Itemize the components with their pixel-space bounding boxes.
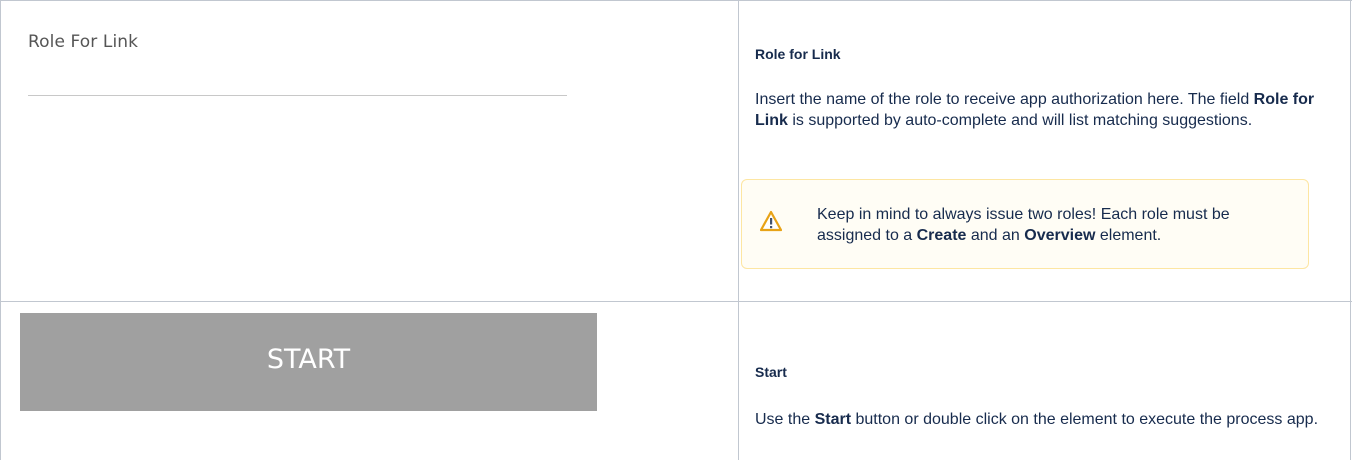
warning-bold-create: Create bbox=[916, 227, 967, 244]
table-row-role-for-link: Role For Link Role for Link Insert the n… bbox=[0, 0, 1352, 302]
description-cell-start: Start Use the Start button or double cli… bbox=[738, 302, 1351, 460]
role-for-link-input-underline[interactable] bbox=[28, 95, 567, 96]
table-row-start: START Start Use the Start button or doub… bbox=[0, 302, 1352, 460]
warning-text-part: and an bbox=[966, 227, 1025, 244]
role-for-link-title: Role for Link bbox=[755, 46, 841, 62]
description-bold-text: Start bbox=[814, 411, 852, 428]
description-text: button or double click on the element to… bbox=[851, 411, 1319, 428]
warning-panel: Keep in mind to always issue two roles! … bbox=[741, 179, 1309, 269]
warning-text-part: element. bbox=[1095, 227, 1162, 244]
start-button[interactable]: START bbox=[20, 313, 597, 411]
warning-triangle-icon bbox=[759, 210, 783, 232]
preview-cell-start: START bbox=[0, 302, 738, 460]
role-for-link-field-label: Role For Link bbox=[28, 32, 139, 52]
warning-text: Keep in mind to always issue two roles! … bbox=[817, 204, 1287, 246]
description-text: Use the bbox=[755, 411, 815, 428]
start-title: Start bbox=[755, 364, 787, 380]
description-text: Insert the name of the role to receive a… bbox=[755, 91, 1254, 108]
preview-cell-role-for-link: Role For Link bbox=[0, 1, 738, 301]
warning-bold-overview: Overview bbox=[1024, 227, 1096, 244]
role-for-link-description: Insert the name of the role to receive a… bbox=[755, 89, 1330, 131]
documentation-table: Role For Link Role for Link Insert the n… bbox=[0, 0, 1352, 460]
description-cell-role-for-link: Role for Link Insert the name of the rol… bbox=[738, 1, 1351, 301]
start-description: Use the Start button or double click on … bbox=[755, 409, 1330, 430]
description-text: is supported by auto-complete and will l… bbox=[787, 112, 1253, 129]
